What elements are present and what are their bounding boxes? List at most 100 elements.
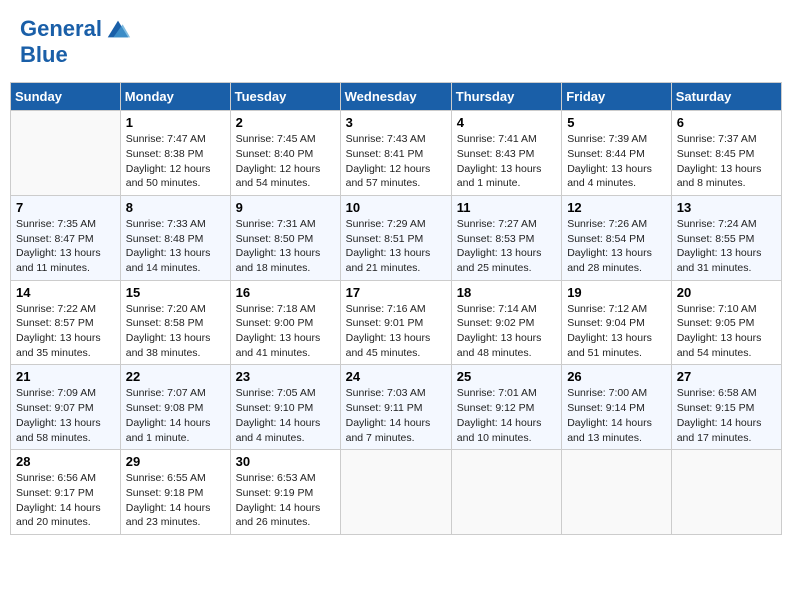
day-number: 24 xyxy=(346,369,446,384)
week-row-5: 28 Sunrise: 6:56 AM Sunset: 9:17 PM Dayli… xyxy=(11,450,782,535)
day-number: 28 xyxy=(16,454,115,469)
day-info: Sunrise: 7:03 AM Sunset: 9:11 PM Dayligh… xyxy=(346,386,446,445)
calendar-cell: 8 Sunrise: 7:33 AM Sunset: 8:48 PM Daylig… xyxy=(120,195,230,280)
calendar-cell: 13Sunrise: 7:24 AM Sunset: 8:55 PM Dayli… xyxy=(671,195,781,280)
day-info: Sunrise: 7:20 AM Sunset: 8:58 PM Dayligh… xyxy=(126,302,225,361)
calendar-cell xyxy=(340,450,451,535)
day-number: 10 xyxy=(346,200,446,215)
day-info: Sunrise: 7:39 AM Sunset: 8:44 PM Dayligh… xyxy=(567,132,666,191)
day-number: 25 xyxy=(457,369,556,384)
calendar-cell xyxy=(562,450,672,535)
day-info: Sunrise: 7:41 AM Sunset: 8:43 PM Dayligh… xyxy=(457,132,556,191)
day-info: Sunrise: 7:26 AM Sunset: 8:54 PM Dayligh… xyxy=(567,217,666,276)
logo: General Blue xyxy=(20,15,132,67)
calendar-cell: 28 Sunrise: 6:56 AM Sunset: 9:17 PM Dayli… xyxy=(11,450,121,535)
calendar-table: SundayMondayTuesdayWednesdayThursdayFrid… xyxy=(10,82,782,535)
day-number: 29 xyxy=(126,454,225,469)
day-number: 5 xyxy=(567,115,666,130)
week-row-2: 7Sunrise: 7:35 AM Sunset: 8:47 PM Daylig… xyxy=(11,195,782,280)
calendar-cell: 2 Sunrise: 7:45 AM Sunset: 8:40 PM Daylig… xyxy=(230,111,340,196)
calendar-cell xyxy=(451,450,561,535)
day-info: Sunrise: 7:22 AM Sunset: 8:57 PM Dayligh… xyxy=(16,302,115,361)
day-info: Sunrise: 7:24 AM Sunset: 8:55 PM Dayligh… xyxy=(677,217,776,276)
day-number: 21 xyxy=(16,369,115,384)
column-header-thursday: Thursday xyxy=(451,83,561,111)
day-number: 2 xyxy=(236,115,335,130)
day-number: 11 xyxy=(457,200,556,215)
day-info: Sunrise: 7:27 AM Sunset: 8:53 PM Dayligh… xyxy=(457,217,556,276)
logo-text: General xyxy=(20,17,102,41)
day-number: 18 xyxy=(457,285,556,300)
calendar-cell xyxy=(11,111,121,196)
calendar-cell: 20 Sunrise: 7:10 AM Sunset: 9:05 PM Dayli… xyxy=(671,280,781,365)
day-number: 1 xyxy=(126,115,225,130)
calendar-cell: 17 Sunrise: 7:16 AM Sunset: 9:01 PM Dayli… xyxy=(340,280,451,365)
day-info: Sunrise: 7:09 AM Sunset: 9:07 PM Dayligh… xyxy=(16,386,115,445)
day-info: Sunrise: 7:10 AM Sunset: 9:05 PM Dayligh… xyxy=(677,302,776,361)
calendar-cell: 11 Sunrise: 7:27 AM Sunset: 8:53 PM Dayli… xyxy=(451,195,561,280)
logo-icon xyxy=(104,15,132,43)
day-number: 4 xyxy=(457,115,556,130)
week-row-4: 21 Sunrise: 7:09 AM Sunset: 9:07 PM Dayli… xyxy=(11,365,782,450)
day-number: 12 xyxy=(567,200,666,215)
day-info: Sunrise: 6:58 AM Sunset: 9:15 PM Dayligh… xyxy=(677,386,776,445)
calendar-cell: 9Sunrise: 7:31 AM Sunset: 8:50 PM Daylig… xyxy=(230,195,340,280)
day-info: Sunrise: 7:00 AM Sunset: 9:14 PM Dayligh… xyxy=(567,386,666,445)
calendar-cell xyxy=(671,450,781,535)
calendar-cell: 27 Sunrise: 6:58 AM Sunset: 9:15 PM Dayli… xyxy=(671,365,781,450)
day-number: 19 xyxy=(567,285,666,300)
column-header-wednesday: Wednesday xyxy=(340,83,451,111)
column-header-sunday: Sunday xyxy=(11,83,121,111)
day-number: 30 xyxy=(236,454,335,469)
week-row-1: 1 Sunrise: 7:47 AM Sunset: 8:38 PM Daylig… xyxy=(11,111,782,196)
day-info: Sunrise: 7:47 AM Sunset: 8:38 PM Dayligh… xyxy=(126,132,225,191)
calendar-cell: 26 Sunrise: 7:00 AM Sunset: 9:14 PM Dayli… xyxy=(562,365,672,450)
calendar-cell: 22 Sunrise: 7:07 AM Sunset: 9:08 PM Dayli… xyxy=(120,365,230,450)
calendar-cell: 4 Sunrise: 7:41 AM Sunset: 8:43 PM Daylig… xyxy=(451,111,561,196)
calendar-cell: 6 Sunrise: 7:37 AM Sunset: 8:45 PM Daylig… xyxy=(671,111,781,196)
calendar-cell: 14 Sunrise: 7:22 AM Sunset: 8:57 PM Dayli… xyxy=(11,280,121,365)
calendar-cell: 16Sunrise: 7:18 AM Sunset: 9:00 PM Dayli… xyxy=(230,280,340,365)
day-number: 22 xyxy=(126,369,225,384)
day-number: 27 xyxy=(677,369,776,384)
calendar-cell: 7Sunrise: 7:35 AM Sunset: 8:47 PM Daylig… xyxy=(11,195,121,280)
day-number: 7 xyxy=(16,200,115,215)
day-number: 14 xyxy=(16,285,115,300)
logo-blue-text: Blue xyxy=(20,43,132,67)
calendar-cell: 12 Sunrise: 7:26 AM Sunset: 8:54 PM Dayli… xyxy=(562,195,672,280)
day-number: 16 xyxy=(236,285,335,300)
week-row-3: 14 Sunrise: 7:22 AM Sunset: 8:57 PM Dayli… xyxy=(11,280,782,365)
day-number: 17 xyxy=(346,285,446,300)
calendar-cell: 23Sunrise: 7:05 AM Sunset: 9:10 PM Dayli… xyxy=(230,365,340,450)
calendar-cell: 24 Sunrise: 7:03 AM Sunset: 9:11 PM Dayli… xyxy=(340,365,451,450)
calendar-cell: 15 Sunrise: 7:20 AM Sunset: 8:58 PM Dayli… xyxy=(120,280,230,365)
day-info: Sunrise: 7:01 AM Sunset: 9:12 PM Dayligh… xyxy=(457,386,556,445)
day-info: Sunrise: 6:53 AM Sunset: 9:19 PM Dayligh… xyxy=(236,471,335,530)
calendar-cell: 5 Sunrise: 7:39 AM Sunset: 8:44 PM Daylig… xyxy=(562,111,672,196)
column-header-monday: Monday xyxy=(120,83,230,111)
day-info: Sunrise: 6:56 AM Sunset: 9:17 PM Dayligh… xyxy=(16,471,115,530)
calendar-cell: 21 Sunrise: 7:09 AM Sunset: 9:07 PM Dayli… xyxy=(11,365,121,450)
day-info: Sunrise: 7:31 AM Sunset: 8:50 PM Dayligh… xyxy=(236,217,335,276)
column-header-saturday: Saturday xyxy=(671,83,781,111)
day-number: 15 xyxy=(126,285,225,300)
day-info: Sunrise: 7:12 AM Sunset: 9:04 PM Dayligh… xyxy=(567,302,666,361)
calendar-cell: 29 Sunrise: 6:55 AM Sunset: 9:18 PM Dayli… xyxy=(120,450,230,535)
day-info: Sunrise: 7:05 AM Sunset: 9:10 PM Dayligh… xyxy=(236,386,335,445)
day-number: 6 xyxy=(677,115,776,130)
calendar-cell: 18 Sunrise: 7:14 AM Sunset: 9:02 PM Dayli… xyxy=(451,280,561,365)
day-number: 26 xyxy=(567,369,666,384)
day-info: Sunrise: 7:14 AM Sunset: 9:02 PM Dayligh… xyxy=(457,302,556,361)
calendar-cell: 1 Sunrise: 7:47 AM Sunset: 8:38 PM Daylig… xyxy=(120,111,230,196)
day-info: Sunrise: 7:29 AM Sunset: 8:51 PM Dayligh… xyxy=(346,217,446,276)
day-info: Sunrise: 7:45 AM Sunset: 8:40 PM Dayligh… xyxy=(236,132,335,191)
day-info: Sunrise: 7:37 AM Sunset: 8:45 PM Dayligh… xyxy=(677,132,776,191)
day-info: Sunrise: 6:55 AM Sunset: 9:18 PM Dayligh… xyxy=(126,471,225,530)
day-info: Sunrise: 7:07 AM Sunset: 9:08 PM Dayligh… xyxy=(126,386,225,445)
calendar-cell: 25 Sunrise: 7:01 AM Sunset: 9:12 PM Dayli… xyxy=(451,365,561,450)
day-number: 20 xyxy=(677,285,776,300)
day-info: Sunrise: 7:16 AM Sunset: 9:01 PM Dayligh… xyxy=(346,302,446,361)
day-number: 3 xyxy=(346,115,446,130)
day-number: 8 xyxy=(126,200,225,215)
day-info: Sunrise: 7:33 AM Sunset: 8:48 PM Dayligh… xyxy=(126,217,225,276)
